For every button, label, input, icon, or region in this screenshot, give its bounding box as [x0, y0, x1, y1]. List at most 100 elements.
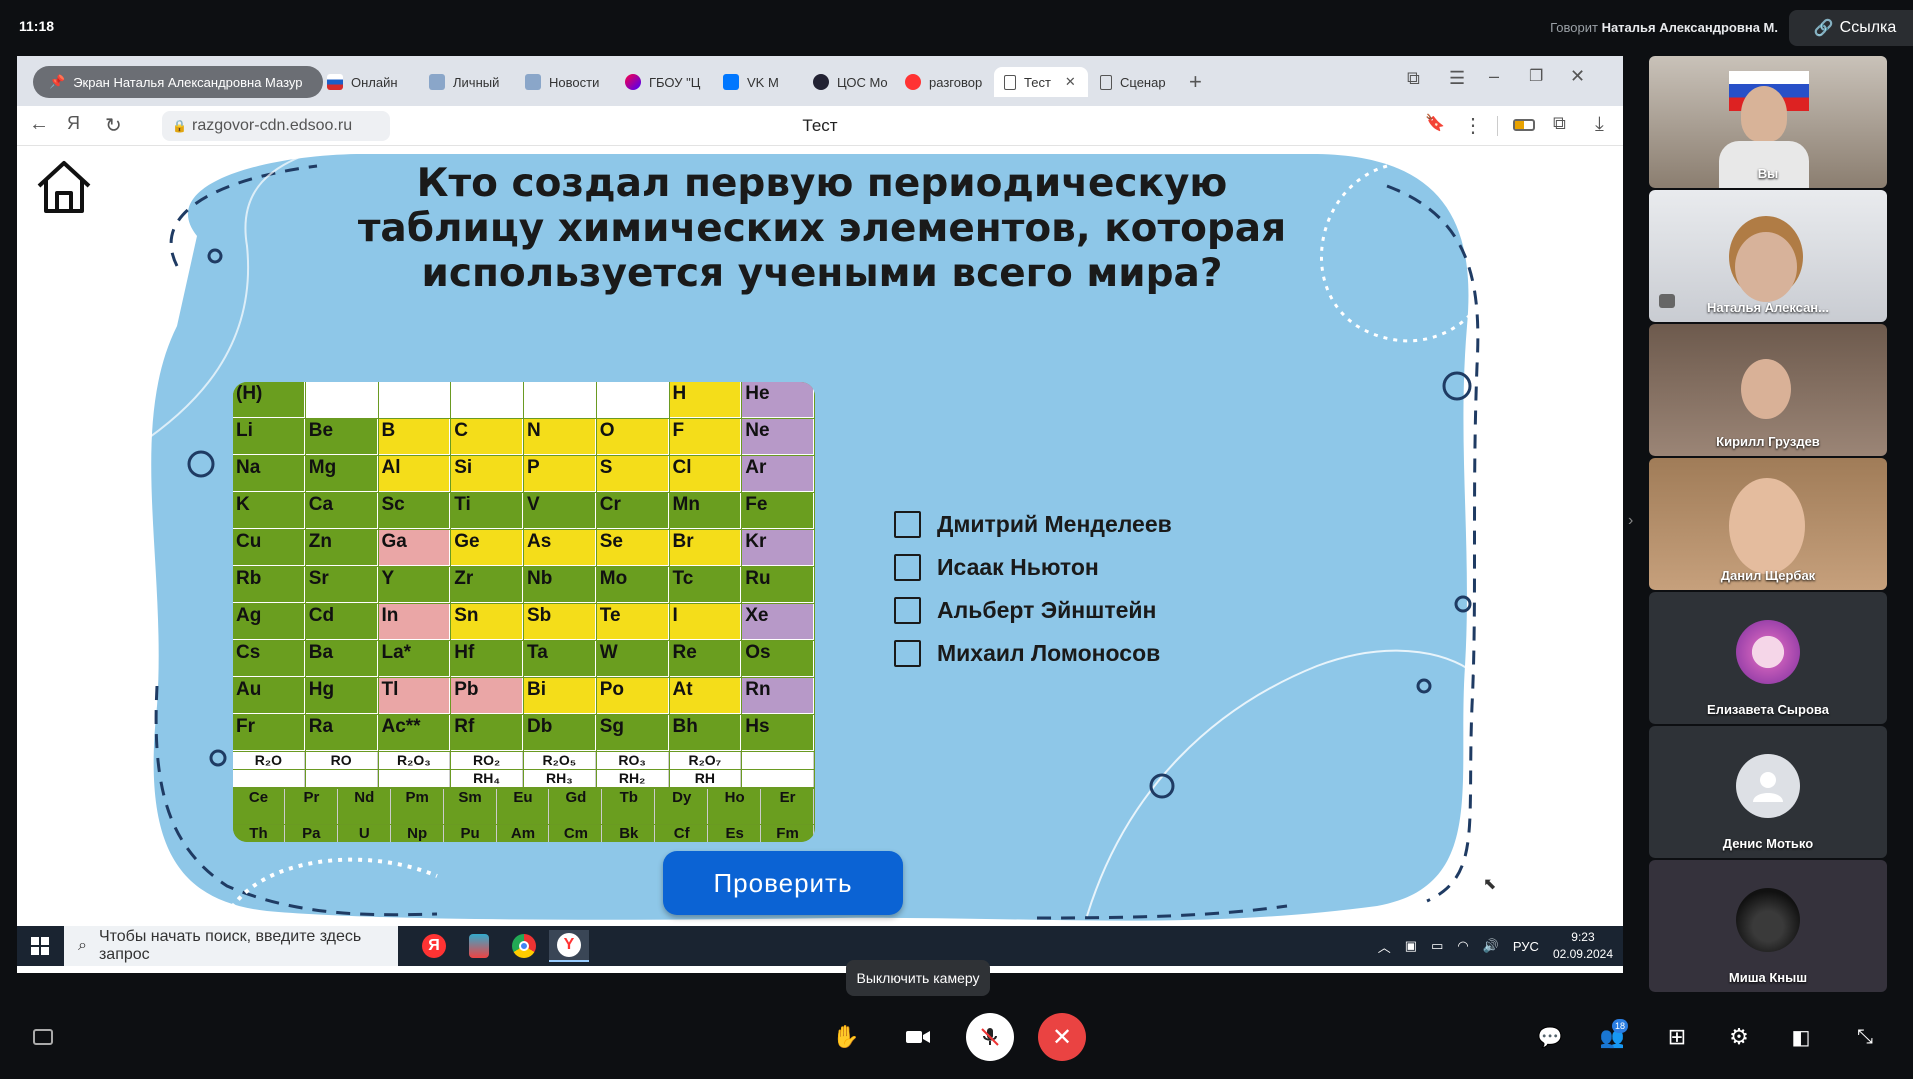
battery-icon[interactable]: [1513, 119, 1535, 131]
answer-label: Альберт Эйнштейн: [937, 597, 1157, 623]
participant-tile[interactable]: Денис Мотько: [1649, 726, 1887, 858]
battery-icon[interactable]: ▭: [1431, 938, 1443, 954]
checkbox[interactable]: [894, 554, 921, 581]
exit-fullscreen-icon[interactable]: ⤡: [1849, 1021, 1881, 1053]
upload-icon[interactable]: [27, 1021, 59, 1053]
table-footer-cell: Cf: [656, 825, 709, 842]
close-window-icon[interactable]: ✕: [1570, 66, 1585, 87]
table-footer-cell: RH₂: [596, 770, 669, 787]
participant-tile[interactable]: Елизавета Сырова: [1649, 592, 1887, 724]
participant-name: Елизавета Сырова: [1707, 702, 1829, 717]
element-cell: Mo: [596, 567, 669, 603]
participant-tile[interactable]: Миша Кныш: [1649, 860, 1887, 992]
element-cell: Hg: [305, 678, 378, 714]
language-indicator[interactable]: РУС: [1513, 939, 1539, 954]
extensions-icon[interactable]: ⧉: [1553, 113, 1566, 134]
answer-option[interactable]: Исаак Ньютон: [894, 546, 1172, 589]
participant-tile[interactable]: Данил Щербак: [1649, 458, 1887, 590]
table-footer-cell: Pa: [285, 825, 338, 842]
yandex-browser-icon[interactable]: Y: [549, 930, 589, 962]
participant-tile[interactable]: Кирилл Груздев: [1649, 324, 1887, 456]
browser-tab[interactable]: Онлайн: [317, 67, 419, 97]
chrome-icon[interactable]: [504, 930, 544, 962]
element-cell: Cr: [596, 493, 669, 529]
table-footer-cell: U: [338, 825, 391, 842]
answer-label: Михаил Ломоносов: [937, 640, 1161, 666]
browser-tab[interactable]: VK M: [713, 67, 803, 97]
close-tab-icon[interactable]: ✕: [1065, 74, 1076, 90]
table-footer-cell: Nd: [338, 789, 391, 824]
minimize-icon[interactable]: –: [1489, 66, 1499, 87]
table-footer-cell: Dy: [656, 789, 709, 824]
answer-option[interactable]: Альберт Эйнштейн: [894, 589, 1172, 632]
checkbox[interactable]: [894, 640, 921, 667]
reload-icon[interactable]: ↻: [105, 113, 122, 138]
home-icon[interactable]: [35, 158, 93, 216]
taskbar-clock[interactable]: 9:23 02.09.2024: [1553, 929, 1613, 963]
table-footer-cell: Gd: [550, 789, 603, 824]
menu-icon[interactable]: ☰: [1449, 68, 1465, 89]
camera-icon[interactable]: [902, 1021, 934, 1053]
element-cell: Ti: [451, 493, 523, 529]
shared-screen: Онлайн Личный Новости ГБОУ "Ц VK M ЦОС М…: [17, 56, 1623, 973]
table-footer-cell: Pm: [391, 789, 444, 824]
settings-icon[interactable]: ⚙: [1723, 1021, 1755, 1053]
element-cell: Po: [596, 678, 669, 714]
answer-option[interactable]: Дмитрий Менделеев: [894, 503, 1172, 546]
check-answer-button[interactable]: Проверить: [663, 851, 903, 915]
table-footer-cell: RH₃: [524, 770, 596, 787]
checkbox[interactable]: [894, 511, 921, 538]
element-cell: K: [233, 493, 305, 529]
browser-tab[interactable]: Сценар: [1090, 67, 1180, 97]
restore-icon[interactable]: ❐: [1529, 66, 1543, 86]
wifi-icon[interactable]: ◠: [1457, 938, 1468, 954]
participant-name: Наталья Алексан...: [1706, 300, 1829, 315]
more-icon[interactable]: ⋮: [1463, 113, 1483, 138]
element-cell: [451, 382, 523, 418]
yandex-app-icon[interactable]: Я: [414, 930, 454, 962]
chat-icon[interactable]: 💬: [1534, 1021, 1566, 1053]
bookmark-icon[interactable]: 🔖: [1425, 113, 1445, 133]
layout-icon[interactable]: ◧: [1785, 1021, 1817, 1053]
participant-tile[interactable]: Наталья Алексан...: [1649, 190, 1887, 322]
browser-tab[interactable]: ГБОУ "Ц: [615, 67, 713, 97]
taskbar-search-field[interactable]: ⌕ Чтобы начать поиск, введите здесь запр…: [64, 926, 398, 966]
chevron-right-icon[interactable]: ›: [1628, 512, 1633, 530]
end-call-button[interactable]: ✕: [1038, 1013, 1086, 1061]
divider: [1497, 116, 1498, 136]
browser-tab[interactable]: ЦОС Мо: [803, 67, 895, 97]
table-footer-cell: Bk: [603, 825, 656, 842]
answer-option[interactable]: Михаил Ломоносов: [894, 632, 1172, 675]
screen-share-indicator[interactable]: 📌 Экран Наталья Александровна Мазур: [33, 66, 323, 98]
element-cell: [596, 382, 669, 418]
browser-tab[interactable]: Новости: [515, 67, 615, 97]
checkbox[interactable]: [894, 597, 921, 624]
yandex-icon[interactable]: Я: [67, 113, 80, 134]
new-tab-icon[interactable]: +: [1189, 69, 1202, 95]
download-icon[interactable]: ⤓: [1595, 113, 1604, 136]
chevron-up-icon[interactable]: ︿: [1378, 937, 1391, 956]
volume-icon[interactable]: 🔊: [1483, 938, 1499, 954]
bookmarks-icon[interactable]: ⧉: [1407, 68, 1420, 89]
windows-taskbar: ⌕ Чтобы начать поиск, введите здесь запр…: [17, 926, 1623, 966]
raise-hand-icon[interactable]: ✋: [830, 1021, 862, 1053]
browser-tab[interactable]: Личный: [419, 67, 515, 97]
copy-link-button[interactable]: 🔗 Ссылка: [1789, 10, 1913, 46]
grid-view-icon[interactable]: ⊞: [1661, 1021, 1693, 1053]
answer-label: Исаак Ньютон: [937, 554, 1099, 580]
url-field[interactable]: razgovor-cdn.edsoo.ru: [162, 111, 390, 141]
element-cell: Au: [233, 678, 305, 714]
browser-tab-active[interactable]: Тест ✕: [994, 67, 1088, 97]
element-cell: Al: [378, 456, 451, 492]
windows-start-icon[interactable]: [31, 937, 49, 955]
microphone-muted-button[interactable]: [966, 1013, 1014, 1061]
camera-tooltip: Выключить камеру: [846, 960, 990, 996]
back-icon[interactable]: ←: [29, 113, 49, 136]
participant-tile[interactable]: Вы: [1649, 56, 1887, 188]
browser-tab[interactable]: разговор: [895, 67, 993, 97]
participant-name: Вы: [1757, 166, 1779, 181]
element-cell: Nb: [524, 567, 596, 603]
element-cell: Rf: [451, 715, 523, 751]
device-icon[interactable]: ▣: [1405, 938, 1417, 954]
app-icon[interactable]: [459, 930, 499, 962]
